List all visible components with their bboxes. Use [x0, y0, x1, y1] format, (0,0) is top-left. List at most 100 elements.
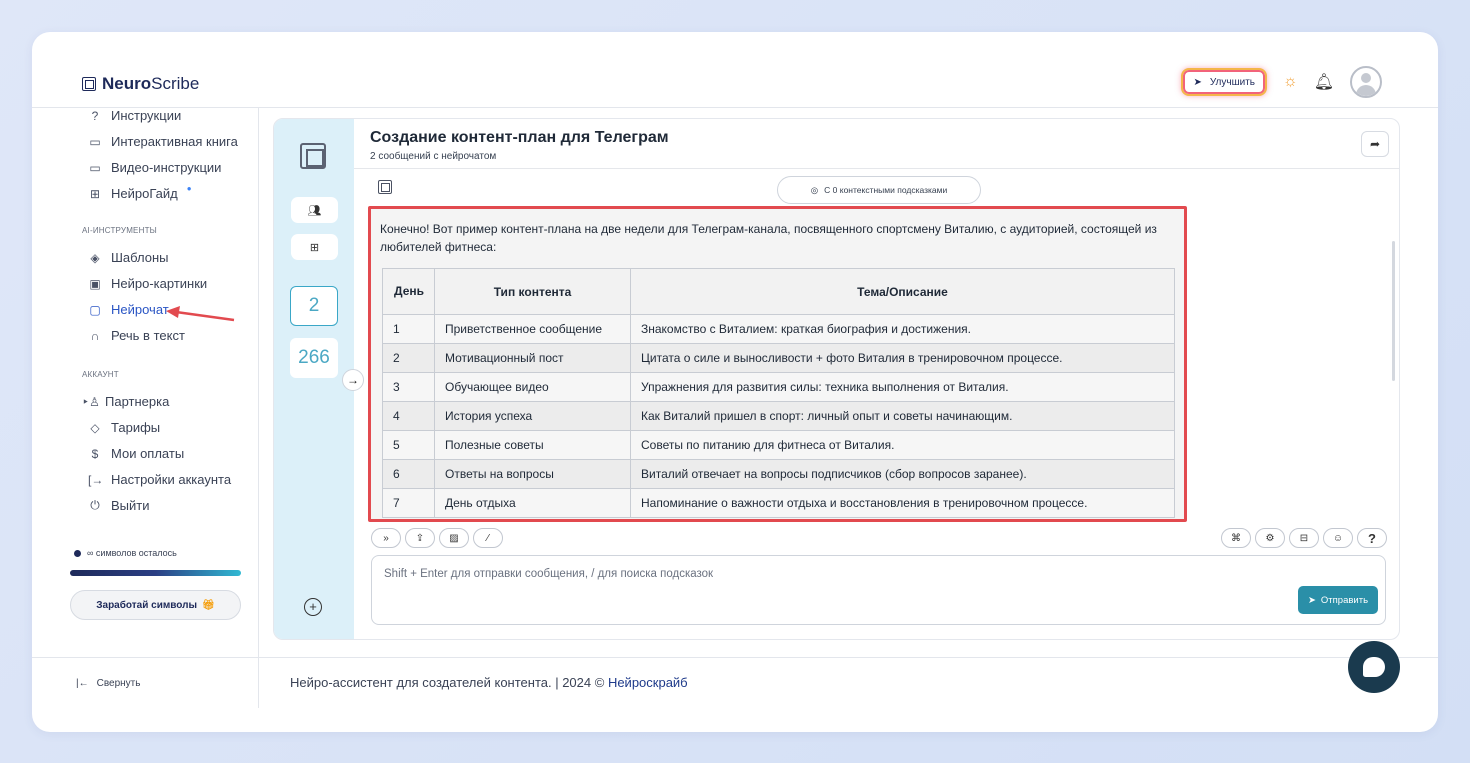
rocket-icon: ➤: [1193, 76, 1202, 88]
table-header: Тема/Описание: [630, 268, 1175, 315]
support-chat-button[interactable]: [1348, 641, 1400, 693]
avatar[interactable]: [1350, 66, 1382, 98]
send-button[interactable]: ➤ Отправить: [1298, 586, 1378, 614]
collapse-chevron-icon[interactable]: »: [371, 528, 401, 548]
table-row: 2 Мотивационный пост Цитата о силе и вын…: [382, 343, 1175, 373]
table-cell: 4: [382, 401, 435, 431]
table-row: 4 История успеха Как Виталий пришел в сп…: [382, 401, 1175, 431]
add-chat-icon[interactable]: +: [304, 598, 322, 616]
sidebar-item-speech-to-text[interactable]: ∩ Речь в текст: [88, 328, 185, 343]
bell-icon[interactable]: 🔔︎: [1314, 72, 1334, 92]
sidebar-item-interactive-book[interactable]: ▭ Интерактивная книга: [88, 134, 238, 149]
sidebar-item-partners[interactable]: ‣♙ Партнерка: [82, 394, 169, 409]
sidebar-item-neuroguide[interactable]: ⊞ НейроГайд ●: [88, 184, 192, 201]
table-header: Тип контента: [434, 268, 631, 315]
settings-icon[interactable]: ⚙: [1255, 528, 1285, 548]
table-cell: История успеха: [434, 401, 631, 431]
chat-icon: ▢: [89, 302, 101, 317]
plugin-icon[interactable]: ⌘: [1221, 528, 1251, 548]
users-icon: ‣♙: [82, 394, 100, 409]
assistant-logo-icon: [378, 180, 392, 194]
send-icon: ➤: [1307, 594, 1316, 606]
chat-count[interactable]: 266: [290, 338, 338, 378]
chat-subtitle: 2 сообщений с нейрочатом: [370, 151, 497, 162]
theme-toggle-icon[interactable]: ☼: [1283, 73, 1298, 91]
message-intro: Конечно! Вот пример контент-плана на две…: [380, 222, 1157, 254]
sidebar-item-logout[interactable]: ⏻ Выйти: [88, 498, 149, 513]
assistant-message: Конечно! Вот пример контент-плана на две…: [368, 206, 1187, 522]
table-cell: Упражнения для развития силы: техника вы…: [630, 372, 1175, 402]
sidebar-item-instructions[interactable]: ? Инструкции: [88, 108, 182, 123]
template-icon[interactable]: ⊟: [1289, 528, 1319, 548]
grid-rail-button[interactable]: ⊞: [291, 234, 338, 260]
grid-icon: ⊞: [309, 241, 320, 254]
table-cell: Виталий отвечает на вопросы подписчиков …: [630, 459, 1175, 489]
video-icon: ▭: [89, 160, 101, 175]
table-cell: Знакомство с Виталием: краткая биография…: [630, 314, 1175, 344]
login-icon: [→: [88, 472, 104, 487]
table-cell: Ответы на вопросы: [434, 459, 631, 489]
new-dot-icon: ●: [186, 184, 192, 193]
gift-icon: 🎁︎: [202, 599, 215, 611]
tag-icon: ◇: [90, 420, 100, 435]
table-row: 5 Полезные советы Советы по питанию для …: [382, 430, 1175, 460]
context-hints-button[interactable]: ◎ С 0 контекстными подсказками: [777, 176, 981, 204]
help-icon[interactable]: ?: [1357, 528, 1387, 548]
share-button[interactable]: ➦: [1361, 131, 1389, 157]
bot-icon[interactable]: ☺: [1323, 528, 1353, 548]
app-logo-icon: [300, 143, 326, 169]
table-header: День: [382, 268, 435, 315]
sidebar-item-tariffs[interactable]: ◇ Тарифы: [88, 420, 160, 435]
dollar-icon: $: [91, 446, 99, 461]
chat-count-active[interactable]: 2: [290, 286, 338, 326]
table-row: 1 Приветственное сообщение Знакомство с …: [382, 314, 1175, 344]
upload-file-icon[interactable]: ⇪: [405, 528, 435, 548]
sidebar-item-neuro-images[interactable]: ▣ Нейро-картинки: [88, 276, 207, 291]
app-window: NeuroScribe ➤ Улучшить ☼ 🔔︎ ? Инструкции…: [32, 32, 1438, 732]
table-cell: 2: [382, 343, 435, 373]
share-icon: ➦: [1369, 137, 1381, 151]
table-cell: Приветственное сообщение: [434, 314, 631, 344]
table-cell: Полезные советы: [434, 430, 631, 460]
message-input-placeholder: Shift + Enter для отправки сообщения, / …: [384, 568, 714, 580]
footer-link[interactable]: Нейроскрайб: [608, 675, 688, 690]
chat-panel: 👥︎ ⊞ 2 266 + → Создание контент-план для…: [273, 118, 1400, 640]
table-cell: Обучающее видео: [434, 372, 631, 402]
power-icon: ⏻: [90, 498, 100, 512]
image-icon: ▣: [89, 276, 101, 291]
sidebar-item-payments[interactable]: $ Мои оплаты: [88, 446, 185, 461]
users-icon: 👥︎: [307, 204, 322, 217]
sidebar-item-account-settings[interactable]: [→ Настройки аккаунта: [88, 472, 231, 487]
section-account: АККАУНТ: [82, 370, 119, 379]
expand-arrow-icon[interactable]: →: [342, 369, 364, 391]
upgrade-button[interactable]: ➤ Улучшить: [1181, 68, 1268, 96]
message-input[interactable]: Shift + Enter для отправки сообщения, / …: [371, 555, 1386, 625]
question-circle-icon: ?: [91, 108, 99, 123]
logo[interactable]: NeuroScribe: [82, 74, 199, 94]
sidebar-item-templates[interactable]: ◈ Шаблоны: [88, 250, 168, 265]
layers-icon: ◈: [90, 250, 100, 265]
earn-symbols-button[interactable]: Заработай символы 🎁︎: [70, 590, 241, 620]
users-rail-button[interactable]: 👥︎: [291, 197, 338, 223]
table-cell: 5: [382, 430, 435, 460]
book-icon: ▭: [89, 134, 101, 149]
collapse-sidebar-button[interactable]: |← Свернуть: [76, 678, 140, 689]
table-cell: Мотивационный пост: [434, 343, 631, 373]
collapse-icon: |←: [76, 678, 89, 689]
sidebar-item-neurochat[interactable]: ▢ Нейрочат: [88, 302, 168, 317]
content-plan-table: День Тип контента Тема/Описание 1 Привет…: [382, 268, 1175, 518]
magic-wand-icon[interactable]: ⁄: [473, 528, 503, 548]
table-cell: 1: [382, 314, 435, 344]
table-cell: Как Виталий пришел в спорт: личный опыт …: [630, 401, 1175, 431]
image-upload-icon[interactable]: ▨: [439, 528, 469, 548]
table-cell: День отдыха: [434, 488, 631, 518]
scrollbar[interactable]: [1392, 241, 1395, 381]
table-row: 6 Ответы на вопросы Виталий отвечает на …: [382, 459, 1175, 489]
logo-icon: [82, 77, 96, 91]
table-row: 7 День отдыха Напоминание о важности отд…: [382, 488, 1175, 518]
footer: Нейро-ассистент для создателей контента.…: [290, 675, 688, 690]
sidebar-item-video-instructions[interactable]: ▭ Видео-инструкции: [88, 160, 221, 175]
guide-icon: ⊞: [89, 186, 101, 201]
hint-icon: ◎: [810, 184, 819, 195]
table-cell: 7: [382, 488, 435, 518]
